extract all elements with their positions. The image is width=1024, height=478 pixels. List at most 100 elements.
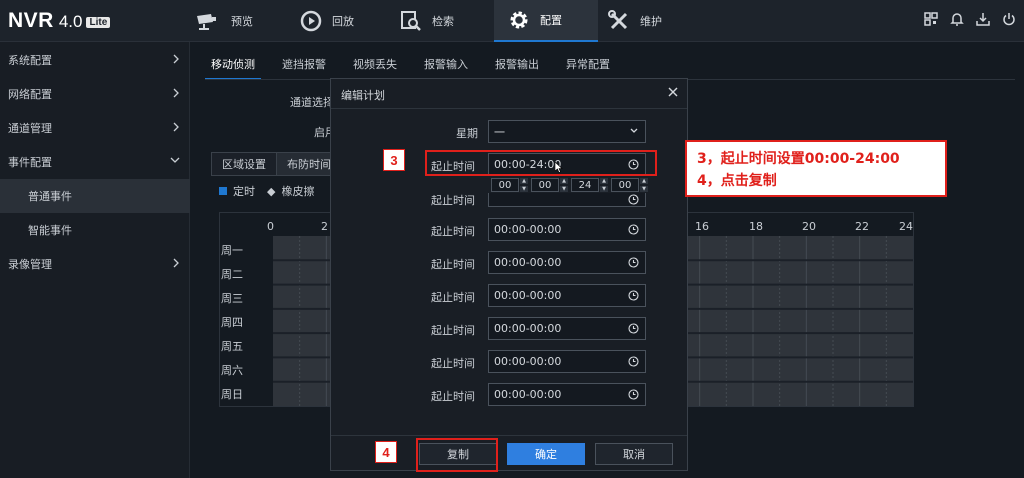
period-label: 起止时间 — [431, 357, 475, 370]
spinner-arrows[interactable]: ▲ ▼ — [520, 178, 528, 192]
day-label: 周日 — [221, 388, 243, 401]
hour-label: 2 — [321, 220, 328, 233]
eraser-icon[interactable]: ◆ — [267, 185, 275, 198]
period-input-7[interactable]: 00:00-00:00 — [488, 350, 646, 373]
edit-schedule-dialog: 编辑计划 星期 一 起止时间 00:00-24:00 00 ▲ ▼ 00 ▲ ▼ 2… — [330, 78, 688, 471]
tab-alarm-input[interactable]: 报警输入 — [424, 56, 468, 78]
clock-icon — [628, 224, 639, 235]
nav-maintenance[interactable]: 维护 — [608, 0, 698, 42]
tab-video-loss[interactable]: 视频丢失 — [353, 56, 397, 78]
nav-search-label: 检索 — [432, 15, 454, 28]
tab-tamper-alarm[interactable]: 遮挡报警 — [282, 56, 326, 78]
period-input-8[interactable]: 00:00-00:00 — [488, 383, 646, 406]
period-label: 起止时间 — [431, 390, 475, 403]
tab-alarm-output[interactable]: 报警输出 — [495, 56, 539, 78]
sidebar-item-normal-event[interactable]: 普通事件 — [0, 179, 190, 213]
logo-version: 4.0 — [58, 12, 83, 31]
clock-icon — [628, 323, 639, 334]
sidebar-item-network[interactable]: 网络配置 — [0, 77, 190, 111]
logo-text: NVR — [8, 9, 54, 32]
top-right-icons — [924, 12, 1016, 26]
period-label: 起止时间 — [431, 194, 475, 207]
hour-label: 24 — [899, 220, 913, 233]
clock-icon — [628, 356, 639, 367]
sidebar: 系统配置 网络配置 通道管理 事件配置 普通事件 智能事件 录像管理 — [0, 42, 190, 478]
spinner-arrows[interactable]: ▲ ▼ — [600, 178, 608, 192]
chevron-right-icon — [173, 122, 179, 132]
period-value: 00:00-00:00 — [494, 355, 562, 368]
nav-maintenance-label: 维护 — [640, 15, 662, 28]
period-input-3[interactable]: 00:00-00:00 — [488, 218, 646, 241]
step4-highlight-box — [416, 438, 498, 472]
sidebar-item-label: 普通事件 — [28, 190, 72, 203]
period-input-5[interactable]: 00:00-00:00 — [488, 284, 646, 307]
sidebar-item-event[interactable]: 事件配置 — [0, 145, 190, 179]
spinner-arrows[interactable]: ▲ ▼ — [640, 178, 648, 192]
week-select[interactable]: 一 — [488, 120, 646, 143]
event-tabs: 移动侦测 遮挡报警 视频丢失 报警输入 报警输出 异常配置 — [205, 56, 637, 80]
bell-icon[interactable] — [950, 12, 964, 26]
sidebar-item-channel[interactable]: 通道管理 — [0, 111, 190, 145]
tab-motion-detection[interactable]: 移动侦测 — [205, 56, 261, 80]
nav-preview-label: 预览 — [231, 15, 253, 28]
instruction-callout: 3，起止时间设置00:00-24:00 4，点击复制 — [685, 140, 947, 197]
nav-search[interactable]: 检索 — [400, 0, 490, 42]
channel-select-label: 通道选择 — [290, 96, 334, 109]
callout-line-2: 4，点击复制 — [697, 173, 777, 189]
period-input-4[interactable]: 00:00-00:00 — [488, 251, 646, 274]
subtab-area-settings[interactable]: 区域设置 — [211, 152, 277, 176]
time-spinner: 00 ▲ ▼ 00 ▲ ▼ 24 ▲ ▼ 00 ▲ ▼ — [491, 178, 651, 192]
close-icon[interactable] — [667, 86, 679, 98]
sidebar-item-label: 智能事件 — [28, 224, 72, 237]
period-value: 00:00-00:00 — [494, 289, 562, 302]
period-value: 00:00-00:00 — [494, 223, 562, 236]
cancel-button[interactable]: 取消 — [595, 443, 673, 465]
chevron-right-icon — [173, 54, 179, 64]
day-label: 周五 — [221, 340, 243, 353]
qr-code-icon[interactable] — [924, 12, 938, 26]
dialog-header-divider — [331, 108, 687, 109]
sidebar-item-label: 网络配置 — [8, 88, 52, 101]
timed-swatch-icon[interactable] — [219, 187, 227, 195]
power-icon[interactable] — [1002, 12, 1016, 26]
tab-exception[interactable]: 异常配置 — [566, 56, 610, 78]
sidebar-item-system[interactable]: 系统配置 — [0, 43, 190, 77]
period-label: 起止时间 — [431, 258, 475, 271]
end-hour-spinner[interactable]: 24 — [571, 178, 599, 192]
nav-config[interactable]: 配置 — [494, 0, 598, 42]
clock-icon — [628, 290, 639, 301]
chevron-right-icon — [173, 258, 179, 268]
day-label: 周四 — [221, 316, 243, 329]
schedule-legend: 定时 ◆ 橡皮擦 — [219, 183, 314, 199]
spinner-arrows[interactable]: ▲ ▼ — [560, 178, 568, 192]
nav-playback[interactable]: 回放 — [300, 0, 390, 42]
hour-label: 0 — [267, 220, 274, 233]
sidebar-item-smart-event[interactable]: 智能事件 — [0, 213, 190, 247]
day-label: 周六 — [221, 364, 243, 377]
period-value: 00:00-00:00 — [494, 256, 562, 269]
download-icon[interactable] — [976, 12, 990, 26]
step4-badge: 4 — [375, 441, 397, 463]
week-select-value: 一 — [494, 125, 505, 139]
start-hour-spinner[interactable]: 00 — [491, 178, 519, 192]
confirm-button[interactable]: 确定 — [507, 443, 585, 465]
nav-preview[interactable]: 预览 — [195, 0, 285, 42]
sidebar-item-recording[interactable]: 录像管理 — [0, 247, 190, 281]
search-file-icon — [401, 11, 421, 31]
hour-label: 22 — [855, 220, 869, 233]
legend-eraser-label[interactable]: 橡皮擦 — [281, 183, 314, 199]
legend-timed-label[interactable]: 定时 — [233, 183, 255, 199]
hour-label: 20 — [802, 220, 816, 233]
app-logo: NVR 4.0 Lite — [8, 9, 111, 33]
period-input-2[interactable] — [488, 193, 646, 207]
playback-icon — [300, 10, 322, 32]
period-label: 起止时间 — [431, 291, 475, 304]
callout-line-1: 3，起止时间设置00:00-24:00 — [697, 151, 900, 167]
end-minute-spinner[interactable]: 00 — [611, 178, 639, 192]
top-bar: NVR 4.0 Lite 预览 回放 检索 配置 维护 — [0, 0, 1024, 42]
start-minute-spinner[interactable]: 00 — [531, 178, 559, 192]
clock-icon — [628, 194, 639, 205]
day-label: 周一 — [221, 244, 243, 257]
period-input-6[interactable]: 00:00-00:00 — [488, 317, 646, 340]
step3-highlight-box — [425, 150, 657, 176]
